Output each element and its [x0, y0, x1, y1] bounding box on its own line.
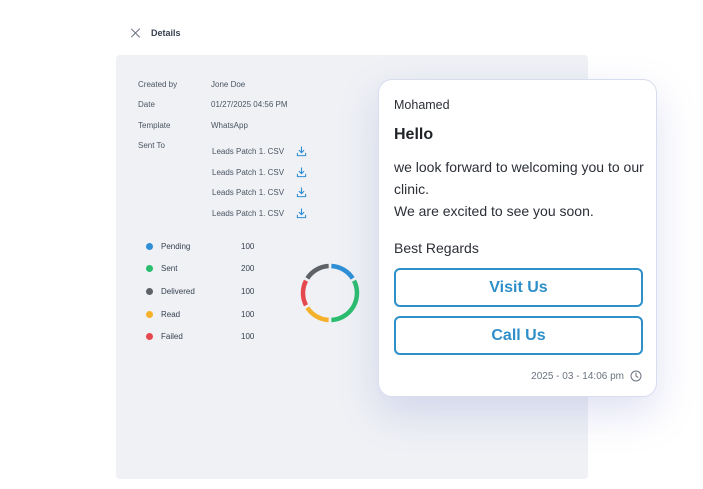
details-header: Details [130, 24, 181, 42]
donut-segment-pending [331, 263, 355, 280]
delivered-dot [146, 287, 153, 295]
message-preview-card: Mohamed Hello we look forward to welcomi… [378, 79, 657, 397]
sent-to-label: Sent To [138, 141, 165, 150]
page-title: Details [151, 28, 181, 38]
status-label: Read [161, 309, 181, 319]
template-value: WhatsApp [211, 121, 248, 130]
read-dot [146, 310, 153, 318]
failed-dot [146, 333, 153, 341]
file-row: Leads Patch 1. CSV [212, 203, 307, 224]
file-name: Leads Patch 1. CSV [212, 146, 285, 156]
call-us-button[interactable]: Call Us [394, 316, 643, 355]
sender-name: Mohamed [394, 98, 450, 112]
message-signoff: Best Regards [394, 240, 479, 256]
status-legend: Pending 100 Sent 200 Delivered 100 Read … [146, 235, 281, 348]
message-line: we look forward to welcoming you to our … [394, 159, 644, 197]
status-count: 100 [241, 241, 255, 251]
donut-segment-delivered [305, 263, 329, 280]
status-row-sent: Sent 200 [146, 258, 281, 281]
status-row-failed: Failed 100 [146, 325, 281, 348]
created-by-row: Created by Jone Doe [138, 80, 245, 89]
status-donut-chart [300, 263, 360, 323]
sent-to-row: Sent To [138, 141, 211, 150]
template-label: Template [138, 121, 171, 130]
date-label: Date [138, 100, 155, 109]
status-count: 100 [241, 286, 255, 296]
message-body: we look forward to welcoming you to our … [394, 156, 649, 222]
download-icon[interactable] [296, 166, 307, 178]
status-label: Failed [161, 332, 183, 342]
file-row: Leads Patch 1. CSV [212, 141, 307, 162]
donut-segment-failed [300, 279, 309, 307]
template-row: Template WhatsApp [138, 121, 248, 130]
download-icon[interactable] [296, 187, 307, 198]
message-greeting: Hello [394, 126, 434, 143]
sent-to-files: Leads Patch 1. CSV Leads Patch 1. CSV Le… [212, 141, 307, 224]
pending-dot [146, 242, 153, 250]
status-count: 200 [241, 264, 255, 274]
created-by-value: Jone Doe [211, 80, 246, 89]
visit-us-button[interactable]: Visit Us [394, 268, 643, 307]
created-by-label: Created by [138, 80, 178, 89]
timestamp-text: 2025 - 03 - 14:06 pm [531, 370, 624, 382]
status-label: Sent [161, 264, 178, 274]
status-count: 100 [241, 332, 255, 342]
download-icon[interactable] [296, 146, 307, 157]
status-count: 100 [241, 309, 255, 319]
status-row-pending: Pending 100 [146, 235, 281, 258]
status-row-read: Read 100 [146, 303, 281, 326]
file-row: Leads Patch 1. CSV [212, 182, 307, 203]
message-timestamp: 2025 - 03 - 14:06 pm [531, 370, 642, 382]
date-row: Date 01/27/2025 04:56 PM [138, 100, 288, 109]
donut-segment-sent [331, 279, 360, 323]
download-icon[interactable] [296, 208, 307, 219]
message-line: We are excited to see you soon. [394, 203, 594, 219]
file-name: Leads Patch 1. CSV [212, 188, 285, 198]
sent-dot [146, 265, 153, 273]
clock-icon [630, 370, 642, 382]
status-row-delivered: Delivered 100 [146, 280, 281, 303]
status-label: Delivered [161, 286, 195, 296]
file-name: Leads Patch 1. CSV [212, 208, 285, 218]
close-icon[interactable] [130, 27, 142, 39]
status-label: Pending [161, 241, 191, 251]
donut-segment-read [305, 306, 329, 323]
file-name: Leads Patch 1. CSV [212, 167, 285, 177]
file-row: Leads Patch 1. CSV [212, 162, 307, 183]
date-value: 01/27/2025 04:56 PM [211, 100, 288, 109]
